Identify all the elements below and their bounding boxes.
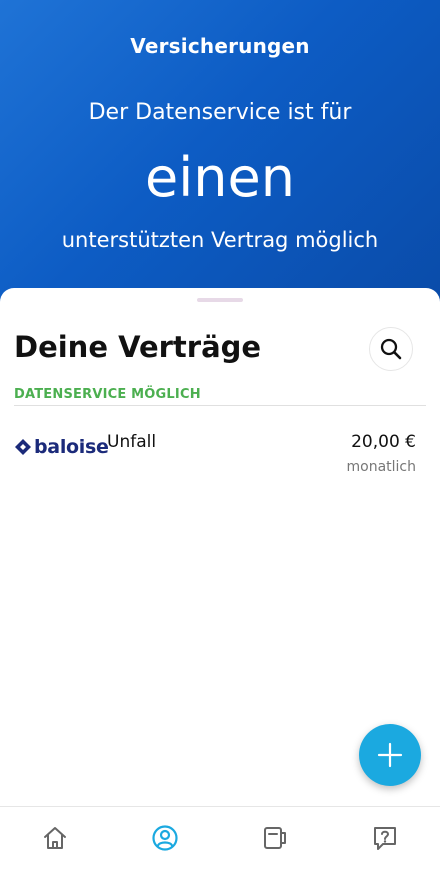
hero-banner: Versicherungen Der Datenservice ist für … xyxy=(0,0,440,320)
sheet-grabber[interactable] xyxy=(197,298,243,302)
contracts-title: Deine Verträge xyxy=(14,330,262,364)
wallet-icon xyxy=(264,827,286,849)
contract-name: Unfall xyxy=(107,432,157,452)
home-icon xyxy=(44,827,66,849)
bottom-navigation xyxy=(0,806,440,878)
search-icon xyxy=(380,338,402,360)
contract-row[interactable]: baloise Unfall 20,00 € monatlich xyxy=(0,418,440,478)
hero-line-2: unterstützten Vertrag möglich xyxy=(61,228,379,252)
nav-contracts[interactable] xyxy=(260,823,290,853)
contract-amount: 20,00 € xyxy=(351,432,416,452)
hero-count-word: einen xyxy=(145,146,295,209)
brand-name: baloise xyxy=(34,436,109,458)
section-label: DATENSERVICE MÖGLICH xyxy=(14,387,201,402)
search-button[interactable] xyxy=(369,327,413,371)
baloise-diamond-icon xyxy=(15,439,31,455)
nav-profile[interactable] xyxy=(150,823,180,853)
nav-help[interactable] xyxy=(370,823,400,853)
plus-icon xyxy=(377,742,403,768)
section-divider xyxy=(14,405,426,406)
nav-home[interactable] xyxy=(40,823,70,853)
add-contract-button[interactable] xyxy=(359,724,421,786)
page-title: Versicherungen xyxy=(130,34,310,58)
hero-line-1: Der Datenservice ist für xyxy=(88,100,352,125)
brand-logo: baloise xyxy=(14,436,109,458)
contract-period: monatlich xyxy=(346,459,417,475)
help-icon xyxy=(374,827,396,850)
profile-icon xyxy=(152,825,178,851)
contracts-sheet: Deine Verträge DATENSERVICE MÖGLICH balo… xyxy=(0,288,440,877)
